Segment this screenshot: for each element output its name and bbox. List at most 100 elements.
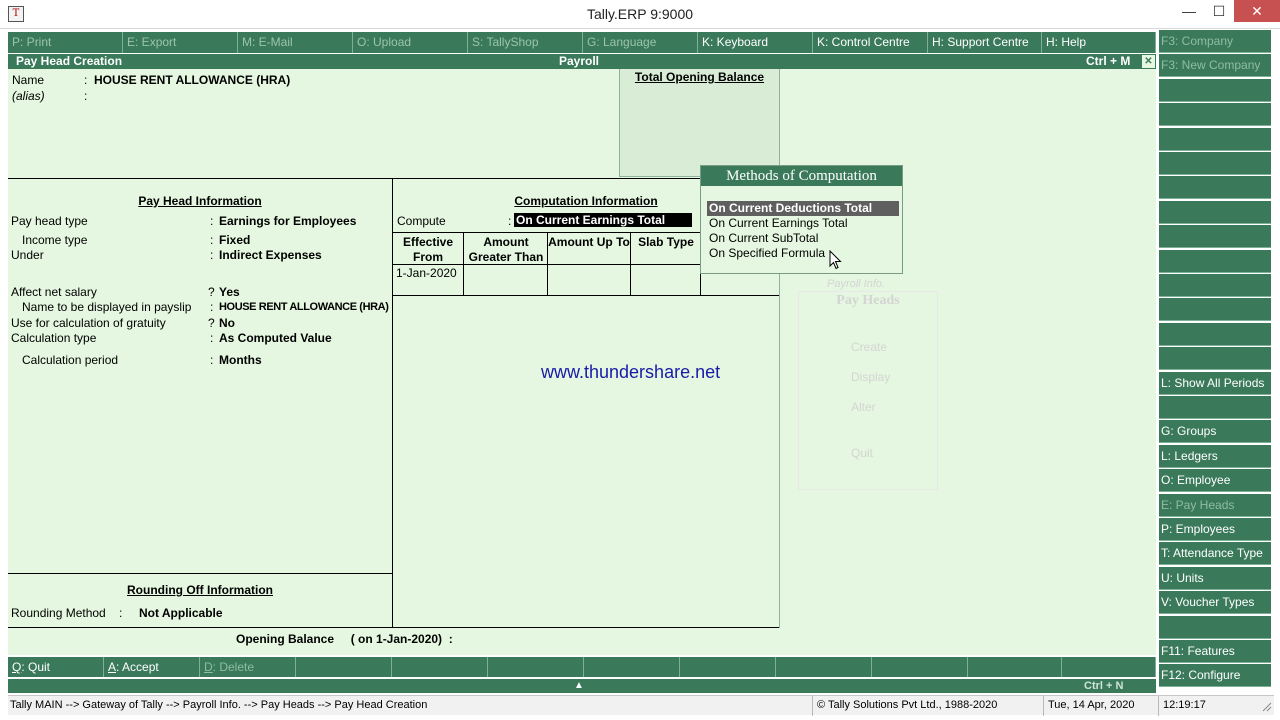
income-type-sep: : (210, 233, 214, 247)
col-amount-greater-than: Amount Greater Than (468, 235, 544, 264)
calculation-type-value[interactable]: As Computed Value (219, 331, 332, 345)
export-label: : Export (135, 35, 177, 49)
status-date: Tue, 14 Apr, 2020 (1043, 696, 1134, 716)
name-label: Name (12, 73, 45, 87)
close-window-icon[interactable]: ✕ (1234, 0, 1280, 22)
rounding-title-text: Rounding Off Information (127, 583, 273, 597)
upload-button[interactable]: O: Upload (353, 32, 468, 53)
delete-button[interactable]: D: Delete (200, 657, 296, 677)
side-button-employees[interactable]: P: Employees (1159, 518, 1271, 541)
methods-of-computation-popup: Methods of Computation On Current Deduct… (700, 165, 903, 274)
slab-effective-date[interactable]: 1-Jan-2020 (396, 266, 457, 280)
side-blank-button[interactable] (1159, 225, 1271, 249)
col-amount-up-to: Amount Up To (548, 235, 630, 249)
quit-button[interactable]: Q: Quit (8, 657, 104, 677)
side-blank-button[interactable] (1159, 274, 1271, 297)
side-button-voucher-types[interactable]: V: Voucher Types (1159, 591, 1271, 615)
method-specified-formula[interactable]: On Specified Formula (707, 246, 899, 261)
income-type-value[interactable]: Fixed (219, 233, 250, 247)
calculation-period-value[interactable]: Months (219, 353, 262, 367)
tallyshop-button[interactable]: S: TallyShop (468, 32, 583, 53)
side-blank-button[interactable] (1159, 322, 1271, 346)
bottom-blank-button[interactable] (488, 657, 584, 677)
email-key: M (242, 35, 252, 49)
alias-separator: : (84, 89, 88, 103)
side-button-new-company[interactable]: F3: New Company (1159, 54, 1271, 78)
export-button[interactable]: E: Export (123, 32, 238, 53)
side-button-groups[interactable]: G: Groups (1159, 420, 1271, 444)
print-key: P (12, 35, 21, 49)
bottom-blank-button[interactable] (968, 657, 1062, 677)
under-sep: : (210, 248, 214, 262)
alias-label: (alias) (12, 89, 45, 103)
bottom-blank-button[interactable] (584, 657, 680, 677)
email-label: : E-Mail (252, 35, 293, 49)
control-centre-button[interactable]: K: Control Centre (813, 32, 928, 53)
under-value[interactable]: Indirect Expenses (219, 248, 322, 262)
resize-grip-icon[interactable] (1260, 700, 1272, 712)
side-blank-button[interactable] (1159, 200, 1271, 224)
side-button-pay-heads[interactable]: E: Pay Heads (1159, 493, 1271, 517)
side-button-features[interactable]: F11: Features (1159, 640, 1271, 663)
ctrl-n-bar: ▲ Ctrl + N (8, 679, 1156, 693)
side-blank-button[interactable] (1159, 176, 1271, 200)
bottom-blank-button[interactable] (872, 657, 968, 677)
bottom-blank-button[interactable] (776, 657, 872, 677)
window-title-bar: T Tally.ERP 9:9000 — ☐ ✕ (0, 0, 1280, 29)
bottom-blank-button[interactable] (392, 657, 488, 677)
bottom-blank-button[interactable] (1062, 657, 1156, 677)
side-blank-button[interactable] (1159, 298, 1271, 322)
slab-table-bottom-line (393, 295, 779, 296)
bottom-blank-button[interactable] (680, 657, 776, 677)
side-blank-button[interactable] (1159, 347, 1271, 371)
email-button[interactable]: M: E-Mail (238, 32, 353, 53)
name-separator: : (84, 73, 88, 87)
side-button-show-all-periods[interactable]: L: Show All Periods (1159, 371, 1271, 395)
side-blank-button[interactable] (1159, 103, 1271, 127)
section-divider-right (393, 178, 700, 179)
name-field[interactable]: HOUSE RENT ALLOWANCE (HRA) (94, 73, 290, 87)
bottom-blank-button[interactable] (296, 657, 392, 677)
side-blank-button[interactable] (1159, 396, 1271, 419)
support-centre-label: : Support Centre (940, 35, 1029, 49)
side-button-configure[interactable]: F12: Configure (1159, 664, 1271, 688)
print-button[interactable]: P: Print (8, 32, 123, 53)
tallyshop-key: S (472, 35, 481, 49)
side-blank-button[interactable] (1159, 615, 1271, 639)
side-button-employee-groups[interactable]: O: Employee Groups (1159, 469, 1271, 510)
side-blank-button[interactable] (1159, 152, 1271, 175)
affect-net-salary-value[interactable]: Yes (219, 285, 240, 299)
accept-button[interactable]: A: Accept (104, 657, 200, 677)
pay-head-type-value[interactable]: Earnings for Employees (219, 214, 356, 228)
print-label: : Print (20, 35, 52, 49)
side-blank-button[interactable] (1159, 127, 1271, 151)
method-current-deductions-total[interactable]: On Current Deductions Total (707, 201, 899, 216)
alias-field[interactable] (94, 89, 594, 103)
form-title: Pay Head Creation (16, 54, 123, 68)
minimize-icon[interactable]: — (1174, 0, 1204, 22)
method-current-subtotal[interactable]: On Current SubTotal (707, 231, 899, 246)
gratuity-value[interactable]: No (219, 316, 235, 330)
side-blank-button[interactable] (1159, 249, 1271, 273)
side-button-ledgers[interactable]: L: Ledgers (1159, 444, 1271, 468)
close-form-icon[interactable]: ✕ (1142, 55, 1155, 68)
support-centre-button[interactable]: H: Support Centre (928, 32, 1042, 53)
payslip-name-value[interactable]: HOUSE RENT ALLOWANCE (HRA) (219, 301, 389, 313)
compute-field[interactable]: On Current Earnings Total (514, 213, 692, 227)
method-current-earnings-total[interactable]: On Current Earnings Total (707, 216, 899, 231)
side-button-attendance-type[interactable]: T: Attendance Type (1159, 542, 1271, 566)
side-button-company[interactable]: F3: Company (1159, 30, 1271, 53)
side-blank-button[interactable] (1159, 78, 1271, 102)
calculation-type-sep: : (210, 331, 214, 345)
help-button[interactable]: H: Help (1042, 32, 1156, 53)
quit-key: Q (12, 660, 22, 674)
control-centre-label: : Control Centre (825, 35, 910, 49)
rounding-method-value[interactable]: Not Applicable (139, 606, 223, 620)
keyboard-button[interactable]: K: Keyboard (698, 32, 813, 53)
accept-label: : Accept (116, 660, 159, 674)
language-button[interactable]: G: Language (583, 32, 698, 53)
maximize-icon[interactable]: ☐ (1204, 0, 1234, 22)
expand-arrow-icon[interactable]: ▲ (574, 679, 584, 693)
gratuity-sep: ? (208, 316, 215, 330)
side-button-units[interactable]: U: Units (1159, 566, 1271, 590)
